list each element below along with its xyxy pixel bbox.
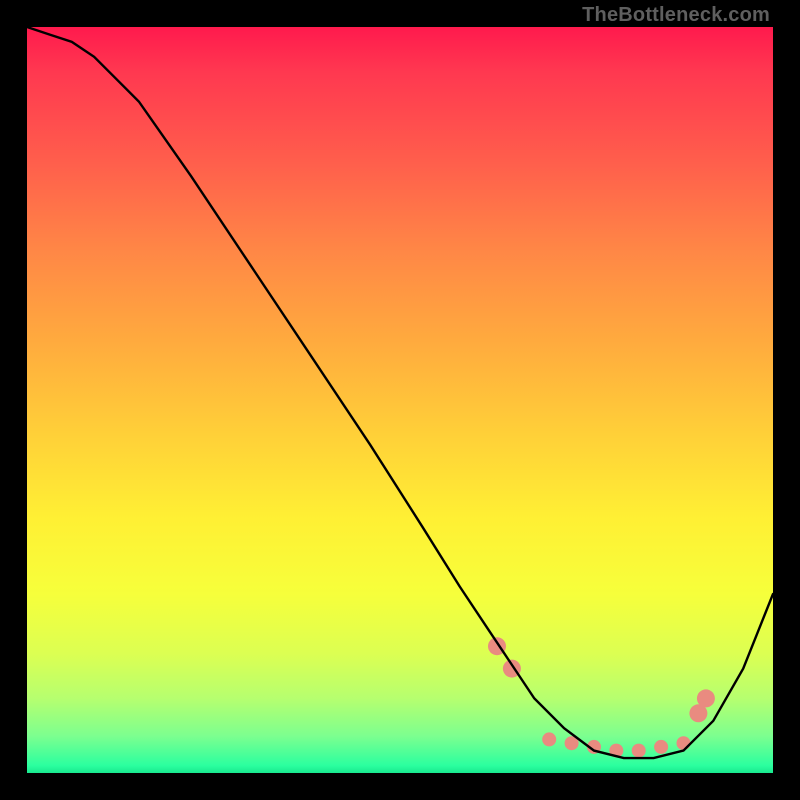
highlight-dot <box>677 736 691 750</box>
watermark-text: TheBottleneck.com <box>582 4 770 27</box>
highlight-dots <box>488 637 715 757</box>
highlight-dot <box>654 740 668 754</box>
bottleneck-curve-path <box>27 27 773 758</box>
highlight-dot <box>542 732 556 746</box>
highlight-dot <box>697 689 715 707</box>
chart-frame: TheBottleneck.com <box>0 0 800 800</box>
chart-svg <box>27 27 773 773</box>
highlight-dot <box>632 744 646 758</box>
